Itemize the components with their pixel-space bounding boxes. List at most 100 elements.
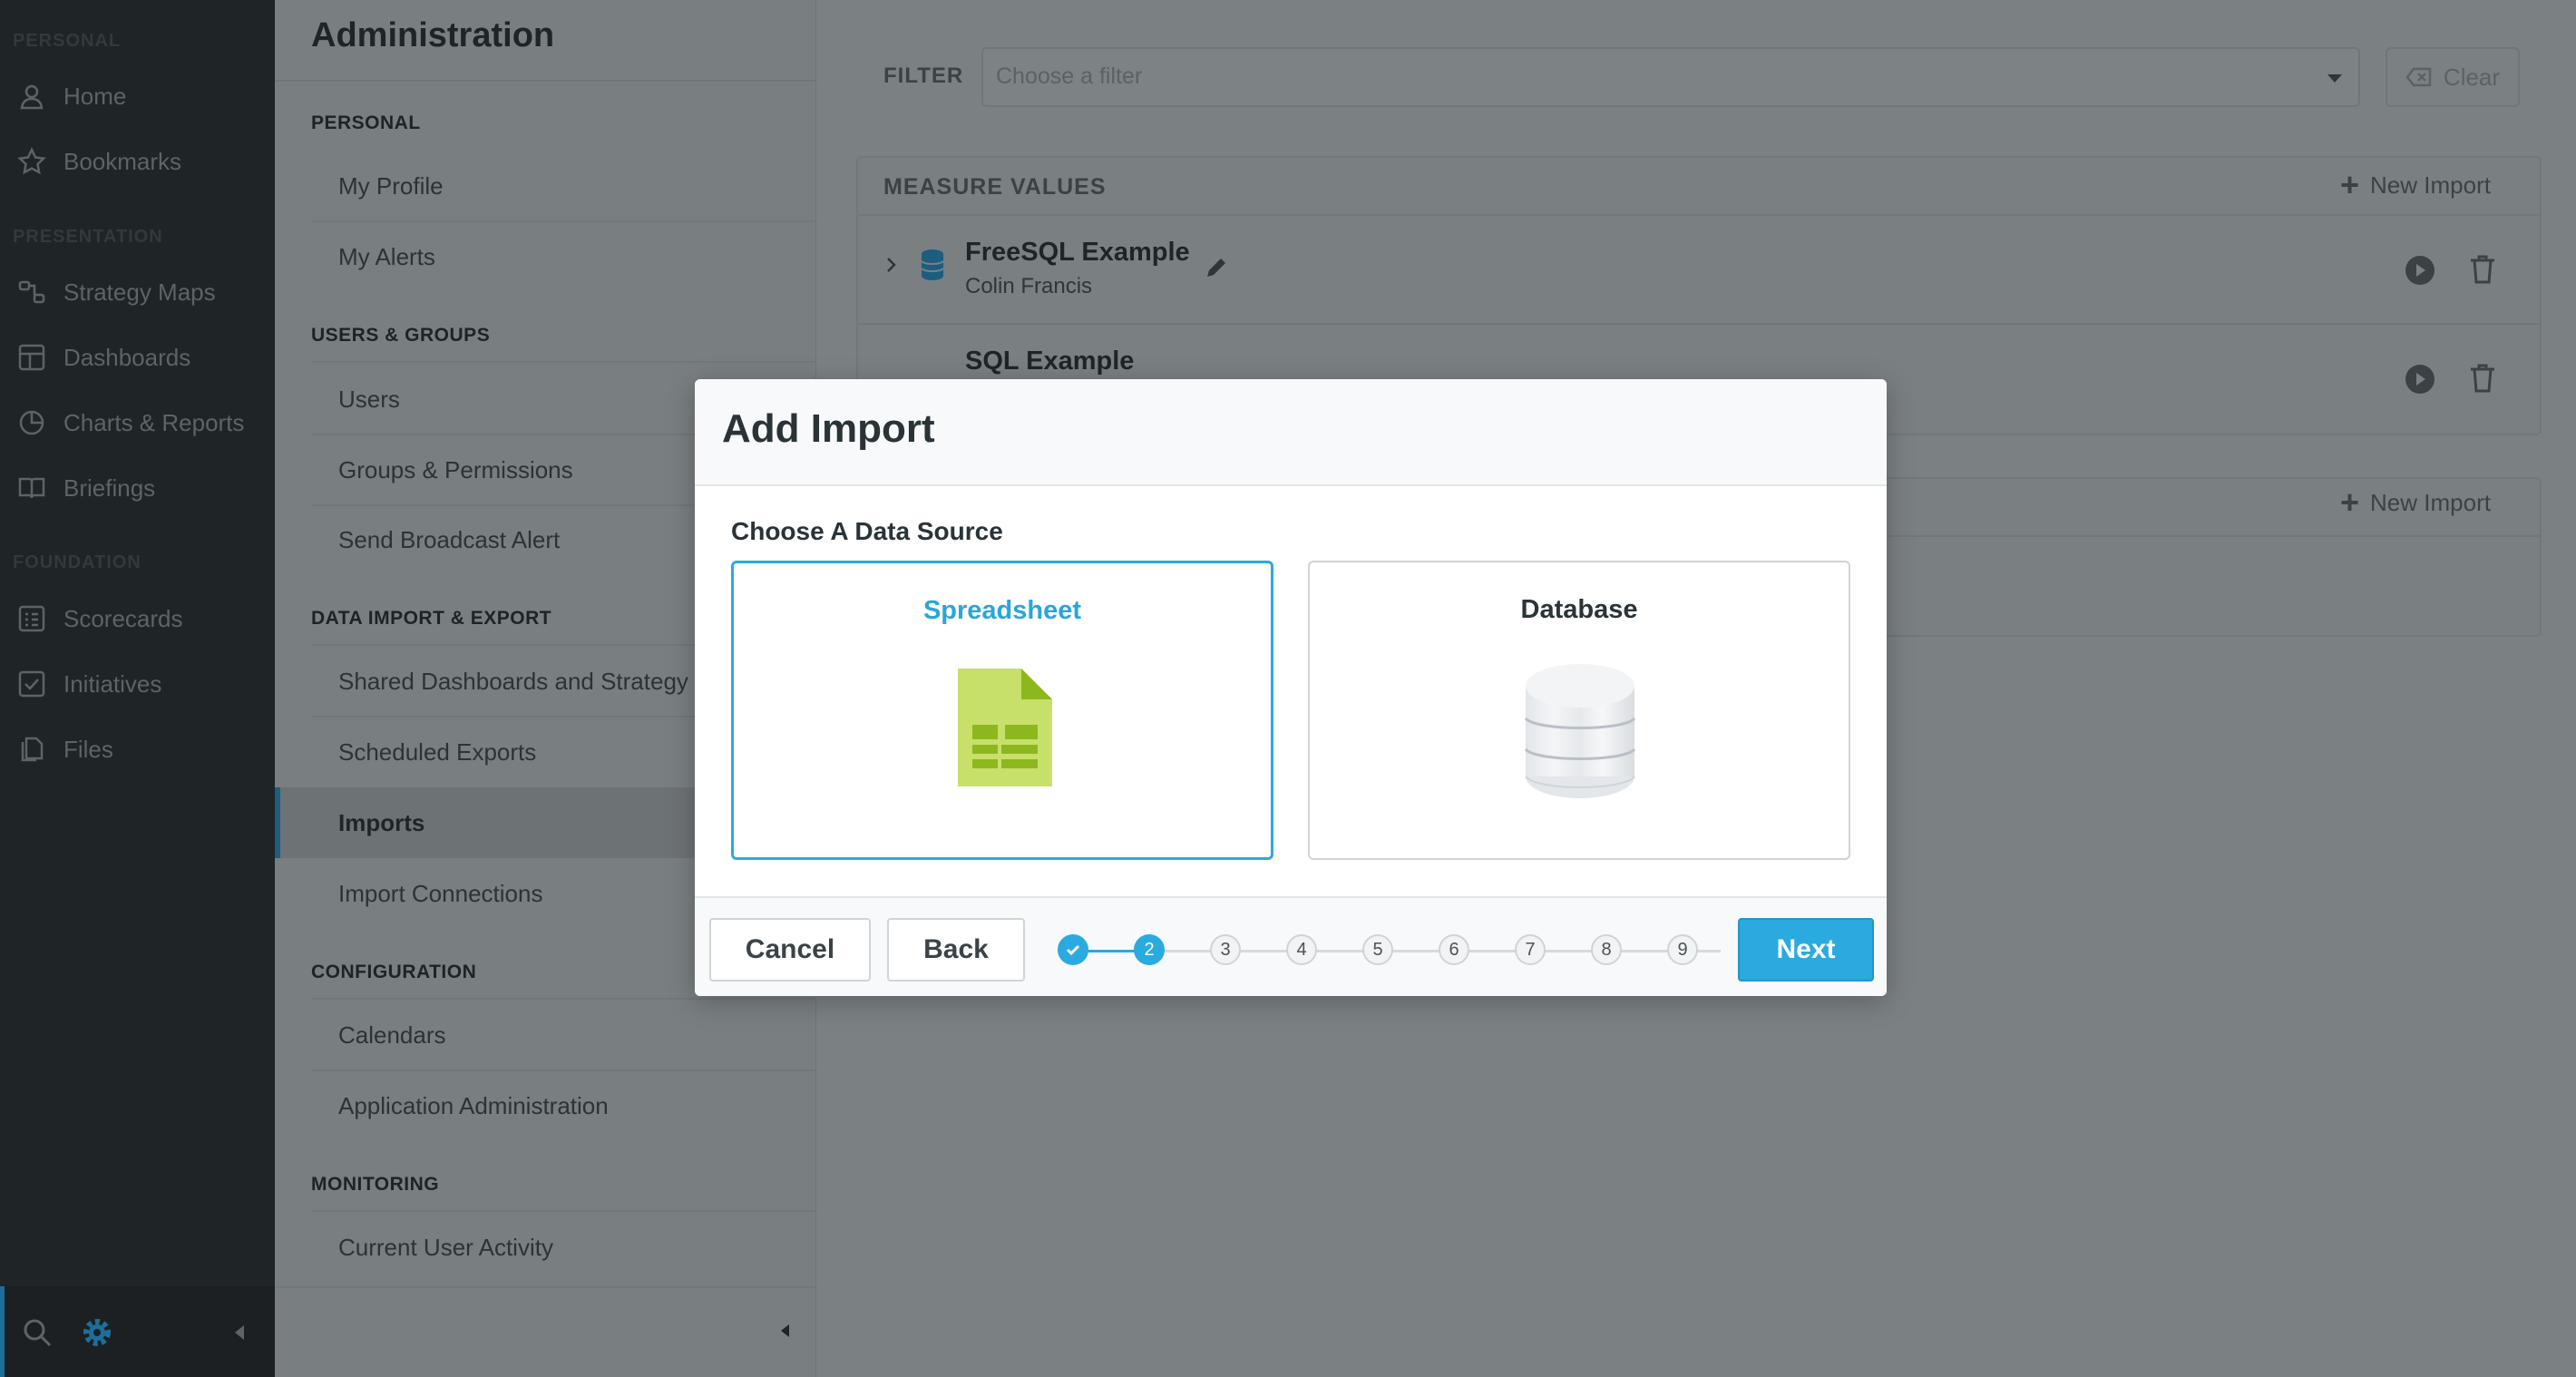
admin-item-import-connections[interactable]: Import Connections: [338, 880, 542, 908]
step-7: 7: [1515, 934, 1546, 965]
step-6: 6: [1439, 934, 1469, 965]
chevron-right-icon[interactable]: [885, 256, 898, 278]
new-import-label: New Import: [2370, 488, 2491, 516]
admin-section-configuration: CONFIGURATION: [311, 962, 477, 982]
panel-title: Administration: [311, 16, 555, 54]
filter-placeholder: Choose a filter: [996, 63, 1143, 89]
dialog-subtitle: Choose A Data Source: [731, 517, 1003, 545]
divider: [311, 1210, 816, 1212]
admin-item-users[interactable]: Users: [338, 386, 400, 414]
plus-icon: +: [2340, 483, 2360, 521]
step-5: 5: [1362, 934, 1393, 965]
new-import-button[interactable]: + New Import: [2340, 169, 2491, 201]
play-icon[interactable]: [2404, 363, 2436, 400]
database-icon: [1524, 660, 1636, 806]
nav-item-label: Bookmarks: [63, 147, 182, 175]
checkbox-icon: [16, 669, 47, 699]
play-icon[interactable]: [2404, 254, 2436, 291]
book-icon: [16, 473, 47, 503]
nav-item-label: Scorecards: [63, 604, 183, 632]
back-button[interactable]: Back: [887, 918, 1025, 981]
filter-label: FILTER: [883, 63, 964, 88]
measure-values-title: MEASURE VALUES: [883, 174, 1107, 200]
clear-filter-button[interactable]: Clear: [2386, 47, 2520, 107]
nav-section-personal: PERSONAL: [13, 31, 122, 51]
spreadsheet-source-card[interactable]: Spreadsheet: [731, 561, 1273, 860]
dialog-header: Add Import: [695, 379, 1887, 486]
admin-item-groups-permissions[interactable]: Groups & Permissions: [338, 456, 573, 484]
filter-select[interactable]: Choose a filter: [981, 47, 2360, 107]
nav-item-files[interactable]: Files: [0, 722, 275, 776]
admin-item-calendars[interactable]: Calendars: [338, 1021, 446, 1050]
nav-item-label: Charts & Reports: [63, 408, 245, 436]
spreadsheet-icon: [958, 669, 1052, 791]
database-icon: [920, 249, 945, 286]
nav-item-scorecards[interactable]: Scorecards: [0, 591, 275, 646]
nav-item-label: Initiatives: [63, 669, 162, 698]
nav-item-label: Home: [63, 82, 127, 110]
check-icon: [1066, 944, 1080, 956]
chevron-down-icon: [2327, 74, 2342, 83]
next-button[interactable]: Next: [1738, 918, 1874, 981]
trash-icon[interactable]: [2469, 254, 2496, 289]
admin-item-imports[interactable]: Imports: [338, 809, 424, 837]
divider: [275, 1286, 816, 1288]
plus-icon: +: [2340, 166, 2360, 203]
collapse-left-icon[interactable]: [776, 1322, 795, 1340]
strategy-map-icon: [16, 277, 47, 308]
collapse-left-icon[interactable]: [230, 1323, 250, 1343]
active-indicator: [275, 787, 280, 858]
nav-item-bookmarks[interactable]: Bookmarks: [0, 134, 275, 189]
step-9: 9: [1667, 934, 1698, 965]
divider: [311, 361, 816, 363]
divider: [311, 220, 816, 222]
nav-item-label: Strategy Maps: [63, 278, 216, 306]
admin-item-scheduled-exports[interactable]: Scheduled Exports: [338, 738, 536, 767]
backspace-icon: [2405, 67, 2432, 87]
nav-item-charts-reports[interactable]: Charts & Reports: [0, 396, 275, 450]
search-icon[interactable]: [22, 1317, 53, 1348]
admin-section-monitoring: MONITORING: [311, 1174, 440, 1195]
nav-item-strategy-maps[interactable]: Strategy Maps: [0, 265, 275, 319]
admin-item-shared-dashboards[interactable]: Shared Dashboards and Strategy Maps: [338, 668, 753, 696]
nav-item-dashboards[interactable]: Dashboards: [0, 330, 275, 385]
import-owner: Colin Francis: [965, 274, 1093, 298]
cancel-button[interactable]: Cancel: [709, 918, 871, 981]
step-4: 4: [1286, 934, 1317, 965]
admin-item-send-broadcast-alert[interactable]: Send Broadcast Alert: [338, 526, 560, 554]
nav-item-label: Dashboards: [63, 343, 191, 371]
dialog-title: Add Import: [722, 406, 935, 451]
nav-item-label: Briefings: [63, 474, 156, 502]
star-icon: [16, 146, 47, 177]
admin-item-my-profile[interactable]: My Profile: [338, 172, 444, 200]
step-1-complete: [1058, 934, 1088, 965]
step-2: 2: [1134, 934, 1165, 965]
pie-chart-icon: [16, 407, 47, 438]
import-name[interactable]: FreeSQL Example: [965, 238, 1190, 268]
main-navigation: PERSONAL Home Bookmarks PRESENTATION Str…: [0, 0, 275, 1377]
step-3: 3: [1210, 934, 1241, 965]
nav-item-home[interactable]: Home: [0, 69, 275, 123]
admin-item-current-user-activity[interactable]: Current User Activity: [338, 1234, 553, 1262]
nav-item-initiatives[interactable]: Initiatives: [0, 657, 275, 711]
divider: [275, 80, 816, 82]
nav-section-foundation: FOUNDATION: [13, 552, 141, 572]
admin-item-my-alerts[interactable]: My Alerts: [338, 243, 435, 271]
clear-label: Clear: [2443, 63, 2501, 91]
nav-item-briefings[interactable]: Briefings: [0, 461, 275, 515]
divider: [858, 323, 2540, 325]
pencil-icon[interactable]: [1205, 256, 1228, 284]
import-name[interactable]: SQL Example: [965, 347, 1134, 376]
add-import-dialog: Add Import Choose A Data Source Spreadsh…: [695, 379, 1887, 996]
active-indicator: [0, 1286, 5, 1377]
new-import-button[interactable]: + New Import: [2340, 486, 2491, 519]
step-8: 8: [1591, 934, 1622, 965]
admin-section-personal: PERSONAL: [311, 112, 421, 133]
admin-item-application-administration[interactable]: Application Administration: [338, 1092, 609, 1120]
divider: [311, 998, 816, 1000]
gear-icon[interactable]: [82, 1317, 112, 1348]
user-icon: [16, 81, 47, 112]
wizard-stepper: 2 3 4 5 6 7 8 9: [1058, 934, 1721, 967]
trash-icon[interactable]: [2469, 363, 2496, 398]
database-source-card[interactable]: Database: [1308, 561, 1850, 860]
